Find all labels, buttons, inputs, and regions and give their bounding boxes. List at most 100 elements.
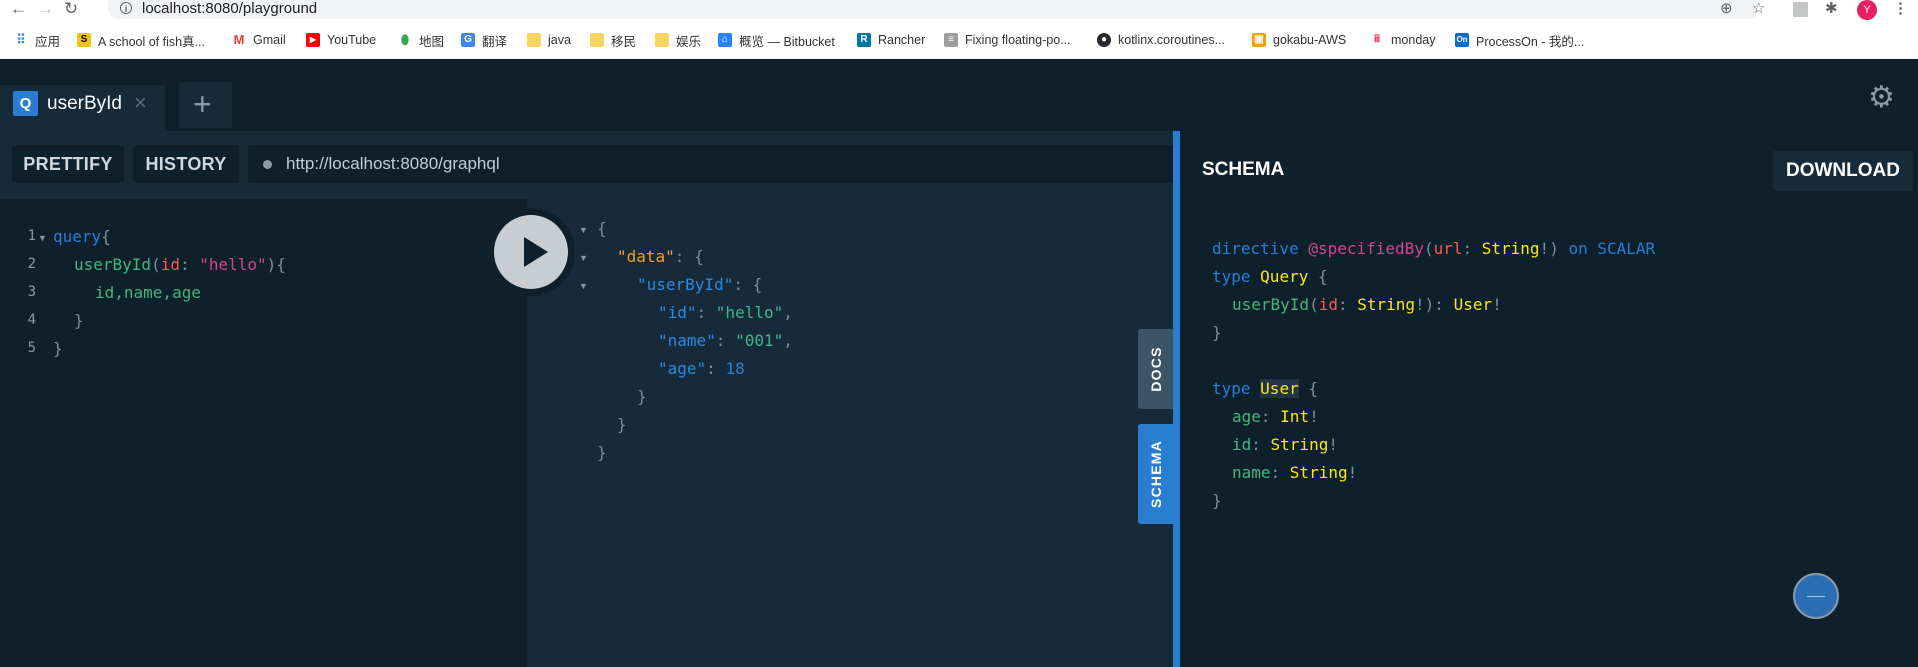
schema-line: name: String! [1232,463,1358,482]
line-number: 5 [27,340,36,356]
bookmark-apps[interactable]: ⠿ 应用 [14,29,60,51]
prettify-button[interactable]: PRETTIFY [12,145,124,183]
schema-tab[interactable]: SCHEMA [1138,424,1173,524]
schema-line: type User { [1212,379,1318,398]
tab-bar [0,59,1918,131]
code-line: } [74,311,84,330]
fold-arrow-icon[interactable]: ▼ [579,225,588,235]
bookmark-aws[interactable]: ▣ gokabu-AWS [1252,29,1346,51]
play-icon [524,237,548,267]
rancher-icon: R [857,33,871,47]
back-arrow-icon[interactable]: ← [10,0,27,19]
schema-line: directive @specifiedBy(url: String!) on … [1212,239,1656,258]
bookmark-processon[interactable]: On ProcessOn - 我的... [1455,29,1584,51]
line-number: 4 [27,312,36,328]
bookmark-item[interactable]: SA school of fish真... [77,29,205,51]
line-number: 1 [27,228,36,244]
address-row: ← → ↻ i localhost:8080/playground ⊕ ☆ ✱ … [0,0,1918,20]
gmail-icon: M [233,32,245,47]
editor-toolbar: PRETTIFY HISTORY http://localhost:8080/g… [0,131,1173,199]
close-icon[interactable]: × [134,90,147,116]
code-line: } [53,339,63,358]
youtube-icon: ▶ [306,33,320,47]
bitbucket-icon: ⌂ [718,33,732,47]
bookmark-monday[interactable]: ⅲ monday [1370,29,1436,51]
processon-icon: On [1455,33,1469,47]
json-line: "name": "001", [658,331,793,350]
json-line: "data": { [617,247,704,266]
line-number: 2 [27,256,36,272]
schema-title: SCHEMA [1202,159,1285,180]
schema-panel-resizer[interactable] [1173,131,1180,667]
add-tab-button[interactable]: + [179,82,232,128]
bookmarks-bar: ⠿ 应用 SA school of fish真... M Gmail ▶ YouTub… [0,29,1918,51]
site-info-icon[interactable]: i [120,2,132,14]
endpoint-input[interactable]: http://localhost:8080/graphql [248,145,1173,183]
run-query-button[interactable] [487,208,575,296]
bookmark-maps[interactable]: ⬮ 地图 [398,29,444,51]
schema-line: userById(id: String!): User! [1232,295,1502,314]
minus-icon [1807,596,1825,597]
schema-line: id: String! [1232,435,1338,454]
bookmark-star-icon[interactable]: ☆ [1752,0,1765,18]
bookmark-rancher[interactable]: R Rancher [857,29,925,51]
kebab-menu-icon[interactable]: ⋮ [1893,0,1908,18]
bookmark-folder[interactable]: 娱乐 [655,29,701,51]
extension-icon[interactable] [1793,2,1808,17]
history-button[interactable]: HISTORY [133,145,239,183]
json-line: } [617,415,627,434]
schema-line: } [1212,323,1222,342]
result-viewer: ▼ ▼ ▼ { "data": { "userById": { "id": "h… [527,199,1173,667]
fold-arrow-icon[interactable]: ▼ [579,253,588,263]
bookmark-folder[interactable]: 移民 [590,29,636,51]
folder-icon [527,33,541,47]
bookmark-bitbucket[interactable]: ⌂ 概览 — Bitbucket [718,29,835,51]
code-line: userById(id: "hello"){ [74,255,286,274]
floating-action-button[interactable] [1793,573,1839,619]
code-line: query{ [53,227,111,246]
json-line: "userById": { [637,275,763,294]
reload-icon[interactable]: ↻ [64,0,78,19]
code-line: id,name,age [95,283,201,302]
folder-icon [655,33,669,47]
gear-icon[interactable]: ⚙ [1868,80,1895,115]
avatar[interactable]: Y [1857,0,1877,20]
stack-icon: ≡ [944,33,958,47]
monday-icon: ⅲ [1373,34,1381,45]
docs-tab[interactable]: DOCS [1138,329,1173,409]
forward-arrow-icon[interactable]: → [37,0,54,19]
translate-icon: G [461,33,475,47]
endpoint-url: http://localhost:8080/graphql [286,154,500,173]
address-bar[interactable] [108,0,1758,19]
line-number: 3 [27,284,36,300]
package-icon: ▣ [1252,33,1266,47]
fold-arrow-icon[interactable]: ▼ [579,281,588,291]
browser-chrome: ← → ↻ i localhost:8080/playground ⊕ ☆ ✱ … [0,0,1918,59]
bookmark-folder-java[interactable]: java [527,29,571,51]
bookmark-gmail[interactable]: M Gmail [232,29,286,51]
fold-arrow-icon[interactable]: ▼ [38,233,47,243]
fish-icon: S [77,33,91,47]
bookmark-translate[interactable]: G 翻译 [461,29,507,51]
address-bar-url[interactable]: localhost:8080/playground [142,1,317,17]
map-pin-icon: ⬮ [400,32,410,47]
zoom-icon[interactable]: ⊕ [1720,0,1733,18]
schema-line: type Query { [1212,267,1328,286]
plus-icon: + [193,86,212,122]
query-editor[interactable]: 1 2 3 4 5 ▼ query{ userById(id: "hello")… [0,199,527,667]
puzzle-icon[interactable]: ✱ [1825,0,1838,18]
json-line: { [597,219,607,238]
apps-grid-icon: ⠿ [16,32,26,47]
json-line: "age": 18 [658,359,745,378]
download-button[interactable]: DOWNLOAD [1773,151,1913,191]
connection-status-icon [263,160,272,169]
tab-title[interactable]: userById [47,93,122,115]
github-icon: ● [1097,33,1111,47]
bookmark-item[interactable]: ≡ Fixing floating-po... [944,29,1071,51]
query-badge: Q [13,91,38,116]
bookmark-youtube[interactable]: ▶ YouTube [306,29,376,51]
json-line: } [597,443,607,462]
schema-line: } [1212,491,1222,510]
json-line: } [637,387,647,406]
bookmark-github[interactable]: ● kotlinx.coroutines... [1097,29,1225,51]
